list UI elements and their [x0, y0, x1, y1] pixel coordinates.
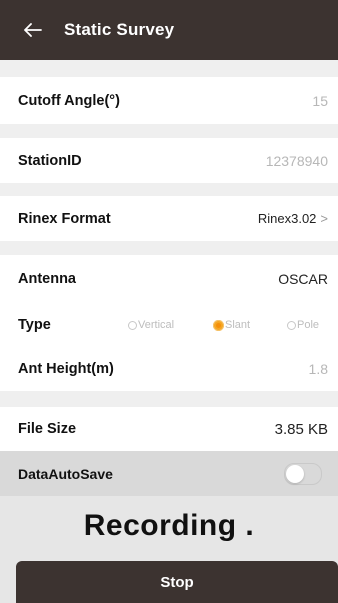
type-option-pole[interactable]: Pole: [287, 319, 319, 331]
stop-button[interactable]: Stop: [16, 561, 338, 603]
type-option-slant[interactable]: Slant: [213, 319, 250, 331]
chevron-right-icon: >: [320, 211, 328, 226]
ant-height-label: Ant Height(m): [18, 361, 114, 377]
cutoff-angle-label: Cutoff Angle(°): [18, 92, 120, 109]
type-option-label: Vertical: [138, 319, 175, 331]
divider: [0, 241, 338, 255]
antenna-label: Antenna: [18, 271, 76, 287]
data-auto-save-toggle[interactable]: [284, 462, 322, 485]
divider: [0, 183, 338, 196]
data-auto-save-row: DataAutoSave: [0, 451, 338, 496]
type-row: Type Vertical Slant Pole: [0, 303, 338, 347]
back-arrow-icon[interactable]: [22, 19, 44, 41]
type-radio-group: Vertical Slant Pole: [0, 303, 338, 347]
radio-unchecked-icon: [287, 320, 296, 330]
file-size-value: 3.85 KB: [274, 420, 328, 438]
divider: [0, 391, 338, 407]
rinex-format-row[interactable]: Rinex Format Rinex3.02 >: [0, 196, 338, 241]
station-id-value[interactable]: 12378940: [266, 153, 328, 169]
antenna-value[interactable]: OSCAR: [278, 271, 328, 287]
cutoff-angle-value[interactable]: 15: [312, 93, 328, 109]
antenna-row[interactable]: Antenna OSCAR: [0, 255, 338, 303]
ant-height-value[interactable]: 1.8: [309, 361, 328, 377]
radio-checked-icon: [213, 319, 224, 331]
app-bar: Static Survey: [0, 0, 338, 60]
divider: [0, 124, 338, 138]
station-id-label: StationID: [18, 152, 82, 169]
recording-status: Recording .: [0, 496, 338, 556]
radio-unchecked-icon: [128, 320, 137, 330]
station-id-row[interactable]: StationID 12378940: [0, 138, 338, 183]
file-size-row: File Size 3.85 KB: [0, 407, 338, 451]
toggle-knob: [286, 464, 304, 483]
type-option-vertical[interactable]: Vertical: [128, 319, 174, 331]
type-option-label: Slant: [225, 319, 251, 331]
data-auto-save-label: DataAutoSave: [18, 465, 113, 482]
rinex-format-label: Rinex Format: [18, 210, 111, 227]
cutoff-angle-row[interactable]: Cutoff Angle(°) 15: [0, 77, 338, 124]
rinex-format-value[interactable]: Rinex3.02: [258, 211, 317, 226]
type-option-label: Pole: [297, 319, 320, 331]
file-size-label: File Size: [18, 421, 77, 437]
page-title: Static Survey: [64, 20, 175, 39]
divider: [0, 60, 338, 77]
ant-height-row[interactable]: Ant Height(m) 1.8: [0, 347, 338, 391]
